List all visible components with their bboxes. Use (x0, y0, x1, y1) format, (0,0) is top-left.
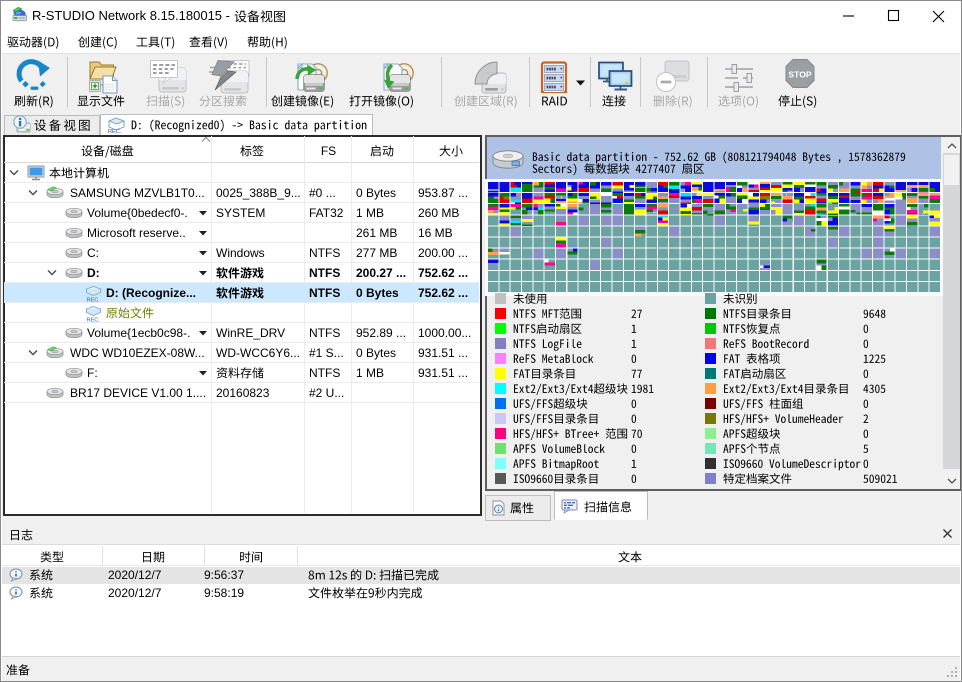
svg-text:STOP: STOP (788, 70, 812, 80)
svg-text:REC.: REC. (87, 297, 101, 303)
svg-text:REC.: REC. (87, 317, 101, 323)
